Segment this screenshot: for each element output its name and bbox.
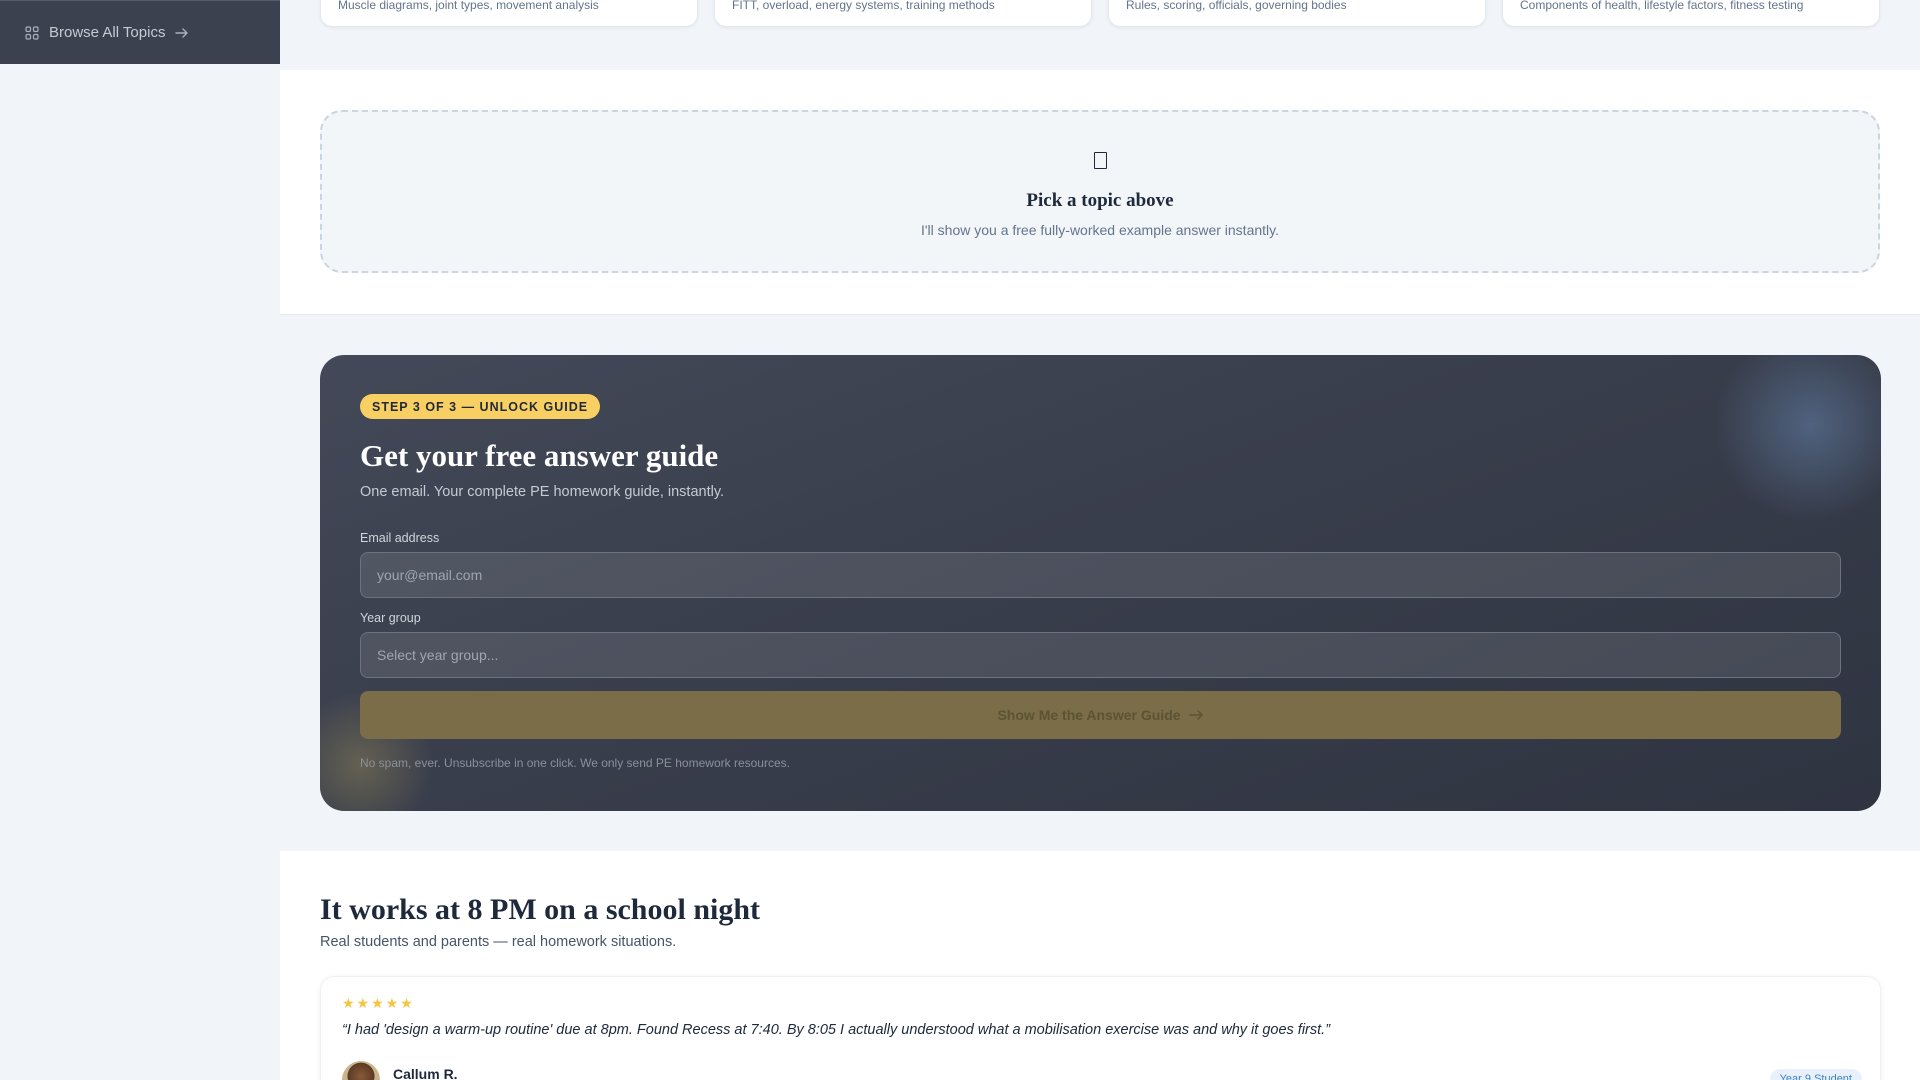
privacy-disclaimer: No spam, ever. Unsubscribe in one click.… <box>360 756 790 770</box>
year-group-placeholder: Select year group... <box>377 647 499 663</box>
review-card: ★★★★★ “I had 'design a warm-up routine' … <box>320 976 1881 1080</box>
topic-card[interactable]: Muscle diagrams, joint types, movement a… <box>320 0 698 27</box>
avatar <box>342 1061 380 1080</box>
placeholder-title: Pick a topic above <box>1026 190 1174 211</box>
sidebar: Browse All Topics <box>0 0 280 1080</box>
browse-all-topics-label: Browse All Topics <box>49 24 166 41</box>
topic-card-description: Rules, scoring, officials, governing bod… <box>1126 0 1347 12</box>
topic-card-description: Components of health, lifestyle factors,… <box>1520 0 1804 12</box>
submit-label: Show Me the Answer Guide <box>997 707 1181 723</box>
lead-capture-card: STEP 3 OF 3 — UNLOCK GUIDE Get your free… <box>320 355 1881 811</box>
testimonials-section: It works at 8 PM on a school night Real … <box>280 851 1920 1080</box>
star-rating: ★★★★★ <box>342 995 415 1011</box>
year-group-label: Year group <box>360 611 421 625</box>
arrow-right-icon <box>1188 710 1203 720</box>
show-answer-guide-button[interactable]: Show Me the Answer Guide <box>360 691 1841 739</box>
grid-icon <box>25 25 39 40</box>
topic-card[interactable]: FITT, overload, energy systems, training… <box>714 0 1092 27</box>
lead-subtitle: One email. Your complete PE homework gui… <box>360 484 725 500</box>
lead-title: Get your free answer guide <box>360 438 719 473</box>
topic-card-description: Muscle diagrams, joint types, movement a… <box>338 0 599 12</box>
topic-card[interactable]: Rules, scoring, officials, governing bod… <box>1108 0 1486 27</box>
arrow-right-icon <box>175 27 189 38</box>
topic-placeholder: Pick a topic above I'll show you a free … <box>320 110 1880 273</box>
topic-card-strip: Muscle diagrams, joint types, movement a… <box>280 0 1920 70</box>
topic-card-description: FITT, overload, energy systems, training… <box>732 0 995 12</box>
testimonials-title: It works at 8 PM on a school night <box>320 893 761 926</box>
testimonials-subtitle: Real students and parents — real homewor… <box>320 934 677 950</box>
email-field[interactable] <box>360 552 1841 598</box>
topic-example-section: Pick a topic above I'll show you a free … <box>280 70 1920 315</box>
reviewer-role-badge: Year 9 Student <box>1769 1069 1862 1080</box>
email-label: Email address <box>360 531 440 545</box>
document-icon <box>1093 152 1107 169</box>
review-quote: “I had 'design a warm-up routine' due at… <box>342 1022 1331 1038</box>
year-group-select[interactable]: Select year group... <box>360 632 1841 678</box>
browse-all-topics-button[interactable]: Browse All Topics <box>0 0 280 64</box>
main-content: Muscle diagrams, joint types, movement a… <box>280 0 1920 1080</box>
step-badge: STEP 3 OF 3 — UNLOCK GUIDE <box>360 394 601 419</box>
topic-card[interactable]: Components of health, lifestyle factors,… <box>1502 0 1880 27</box>
placeholder-subtitle: I'll show you a free fully-worked exampl… <box>920 222 1279 238</box>
reviewer-name: Callum R. <box>393 1066 458 1080</box>
decorative-glow <box>1701 355 1881 525</box>
